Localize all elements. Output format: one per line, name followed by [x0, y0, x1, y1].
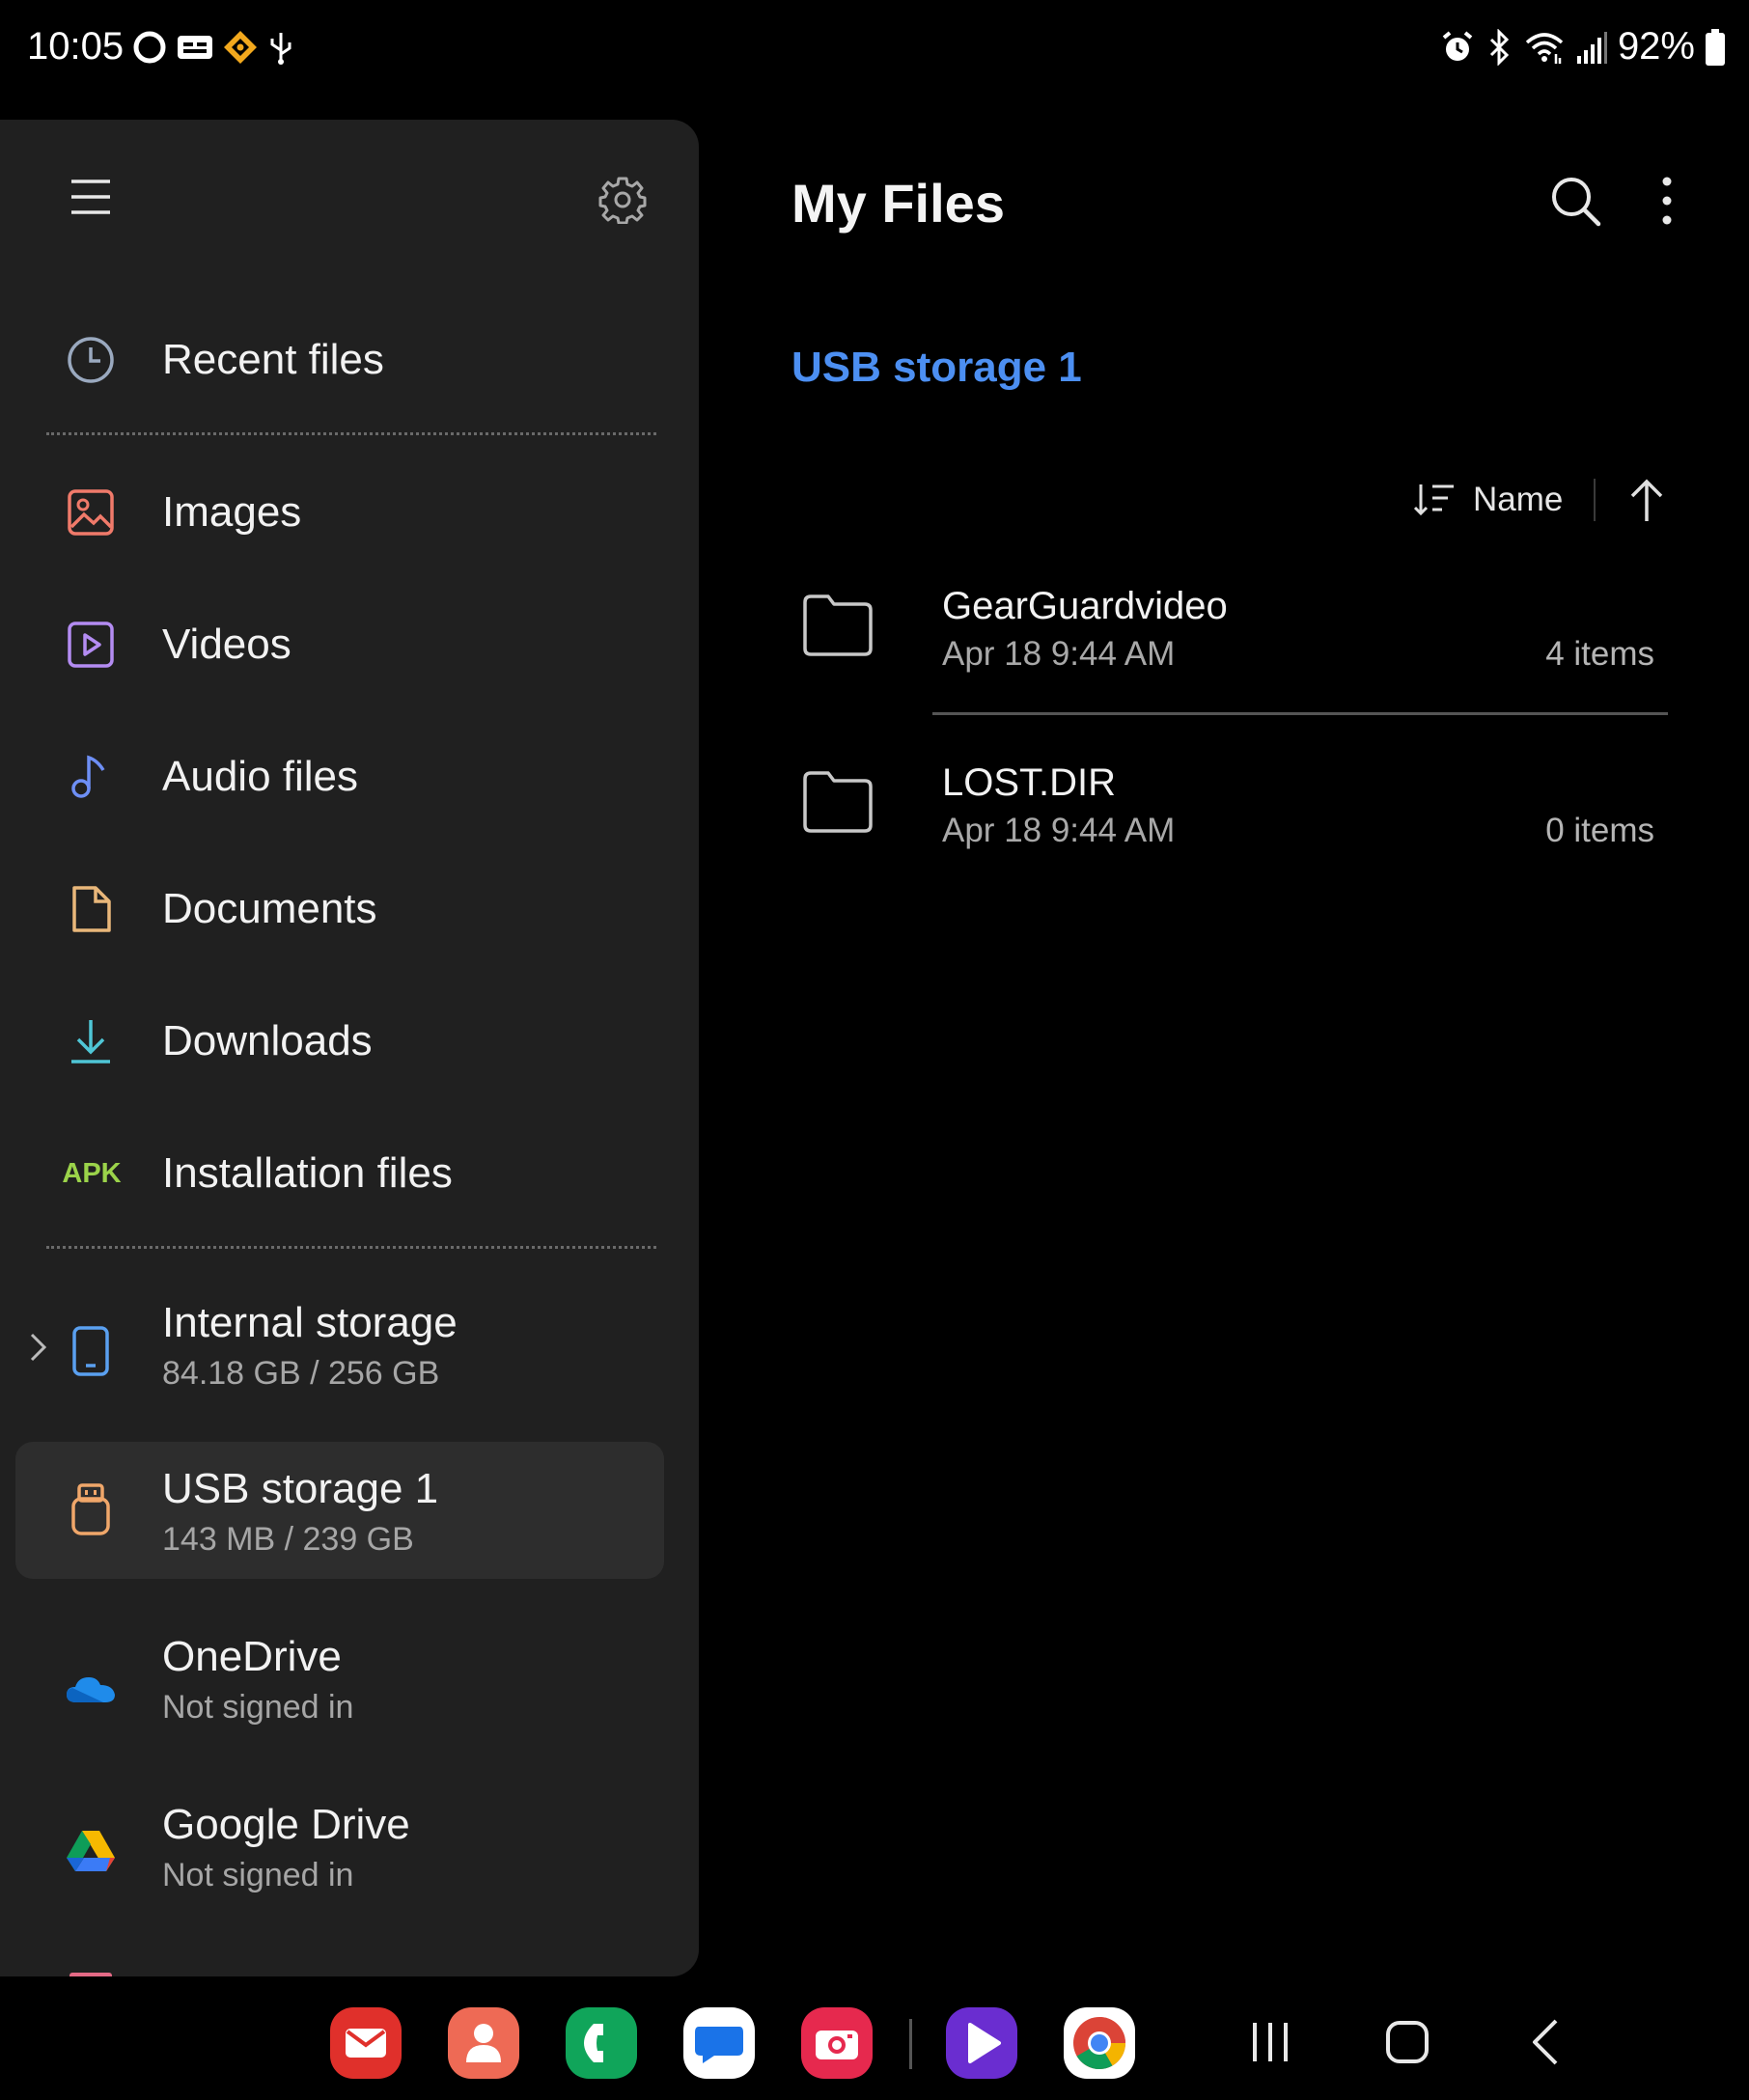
wifi-icon: [1525, 32, 1564, 64]
nav-item-google-drive[interactable]: Google Drive Not signed in: [0, 1793, 699, 1919]
cloud-status: Not signed in: [162, 1689, 354, 1726]
navigation-bar: [0, 1976, 1749, 2100]
nav-item-label: Downloads: [162, 1017, 373, 1064]
contacts-app-icon[interactable]: [448, 2007, 519, 2079]
nav-item-label: Recent files: [162, 336, 384, 383]
email-app-icon[interactable]: [330, 2007, 402, 2079]
document-icon: [64, 882, 118, 936]
nav-item-audio-files[interactable]: Audio files: [0, 724, 699, 830]
nav-item-label: Installation files: [162, 1149, 453, 1197]
folder-icon: [803, 771, 873, 833]
nav-item-label: Videos: [162, 621, 292, 668]
dock-separator: [909, 2019, 912, 2069]
nav-item-internal-storage[interactable]: Internal storage 84.18 GB / 256 GB: [0, 1289, 699, 1415]
signal-icon: [1576, 31, 1607, 64]
status-right-icons: 92%: [1440, 25, 1726, 69]
play-app-icon[interactable]: [946, 2007, 1017, 2079]
nav-item-downloads[interactable]: Downloads: [0, 988, 699, 1094]
sort-divider: [1594, 479, 1596, 521]
file-item-count: 0 items: [1545, 812, 1654, 849]
storage-label: USB storage 1: [162, 1465, 439, 1512]
alarm-icon: [1442, 30, 1473, 61]
download-icon: [64, 1014, 118, 1068]
nav-item-label: Documents: [162, 885, 377, 932]
messages-app-icon[interactable]: [683, 2007, 755, 2079]
divider: [46, 1246, 656, 1249]
sort-by-label[interactable]: Name: [1473, 481, 1563, 519]
cloud-status: Not signed in: [162, 1857, 354, 1893]
folder-icon: [803, 594, 873, 656]
row-divider: [932, 712, 1668, 715]
gear-icon[interactable]: [598, 176, 647, 224]
usb-icon: [270, 33, 292, 65]
phone-icon: [64, 1324, 118, 1378]
nav-item-onedrive[interactable]: OneDrive Not signed in: [0, 1625, 699, 1751]
storage-usage: 84.18 GB / 256 GB: [162, 1355, 440, 1392]
nav-item-recent-files[interactable]: Recent files: [0, 307, 699, 413]
recents-button[interactable]: [1241, 2013, 1299, 2071]
file-row-lost-dir[interactable]: LOST.DIR Apr 18 9:44 AM 0 items: [782, 727, 1680, 891]
nav-item-usb-storage[interactable]: USB storage 1 143 MB / 239 GB: [0, 1457, 699, 1583]
battery-percent: 92%: [1617, 25, 1695, 68]
onedrive-icon: [64, 1662, 118, 1716]
hamburger-icon[interactable]: [69, 176, 112, 218]
file-name: GearGuardvideo: [942, 585, 1228, 627]
sort-direction-icon[interactable]: [1626, 477, 1667, 523]
camera-app-icon[interactable]: [801, 2007, 873, 2079]
file-date: Apr 18 9:44 AM: [942, 812, 1176, 849]
breadcrumb[interactable]: USB storage 1: [791, 344, 1082, 392]
status-bar: 10:05 92%: [0, 0, 1749, 100]
clock-icon: [64, 333, 118, 387]
diamond-app-icon: [224, 31, 257, 64]
battery-icon: [1706, 28, 1725, 66]
page-title: My Files: [791, 173, 1005, 234]
nav-item-label: Audio files: [162, 753, 359, 800]
storage-usage: 143 MB / 239 GB: [162, 1521, 414, 1558]
file-date: Apr 18 9:44 AM: [942, 635, 1176, 673]
file-row-gearguardvideo[interactable]: GearGuardvideo Apr 18 9:44 AM 4 items: [782, 550, 1680, 714]
nav-item-videos[interactable]: Videos: [0, 592, 699, 698]
image-icon: [64, 485, 118, 539]
phone-app-icon[interactable]: [566, 2007, 637, 2079]
bluetooth-icon: [1489, 28, 1510, 66]
video-icon: [64, 618, 118, 672]
music-icon: [64, 750, 118, 804]
cloud-label: OneDrive: [162, 1633, 342, 1680]
nav-item-installation-files[interactable]: APK Installation files: [0, 1120, 699, 1227]
sort-control: Name: [1413, 473, 1667, 527]
search-icon[interactable]: [1548, 174, 1602, 228]
more-options-icon[interactable]: [1651, 174, 1683, 228]
chrome-app-icon[interactable]: [1064, 2007, 1135, 2079]
back-button[interactable]: [1517, 2013, 1575, 2071]
nav-item-images[interactable]: Images: [0, 459, 699, 566]
file-name: LOST.DIR: [942, 761, 1117, 804]
status-time: 10:05: [27, 25, 125, 68]
usb-drive-icon: [64, 1482, 118, 1536]
sync-icon: [133, 31, 166, 64]
caption-icon: [178, 36, 212, 59]
status-left-icons: [131, 29, 295, 66]
apk-icon: APK: [62, 1157, 122, 1189]
nav-item-documents[interactable]: Documents: [0, 856, 699, 962]
chevron-right-icon[interactable]: [27, 1330, 50, 1365]
home-button[interactable]: [1378, 2013, 1436, 2071]
storage-label: Internal storage: [162, 1299, 458, 1346]
divider: [46, 432, 656, 435]
cloud-label: Google Drive: [162, 1801, 410, 1848]
sort-icon[interactable]: [1413, 481, 1456, 519]
google-drive-icon: [64, 1824, 118, 1878]
file-item-count: 4 items: [1545, 635, 1654, 673]
nav-item-label: Images: [162, 488, 302, 536]
